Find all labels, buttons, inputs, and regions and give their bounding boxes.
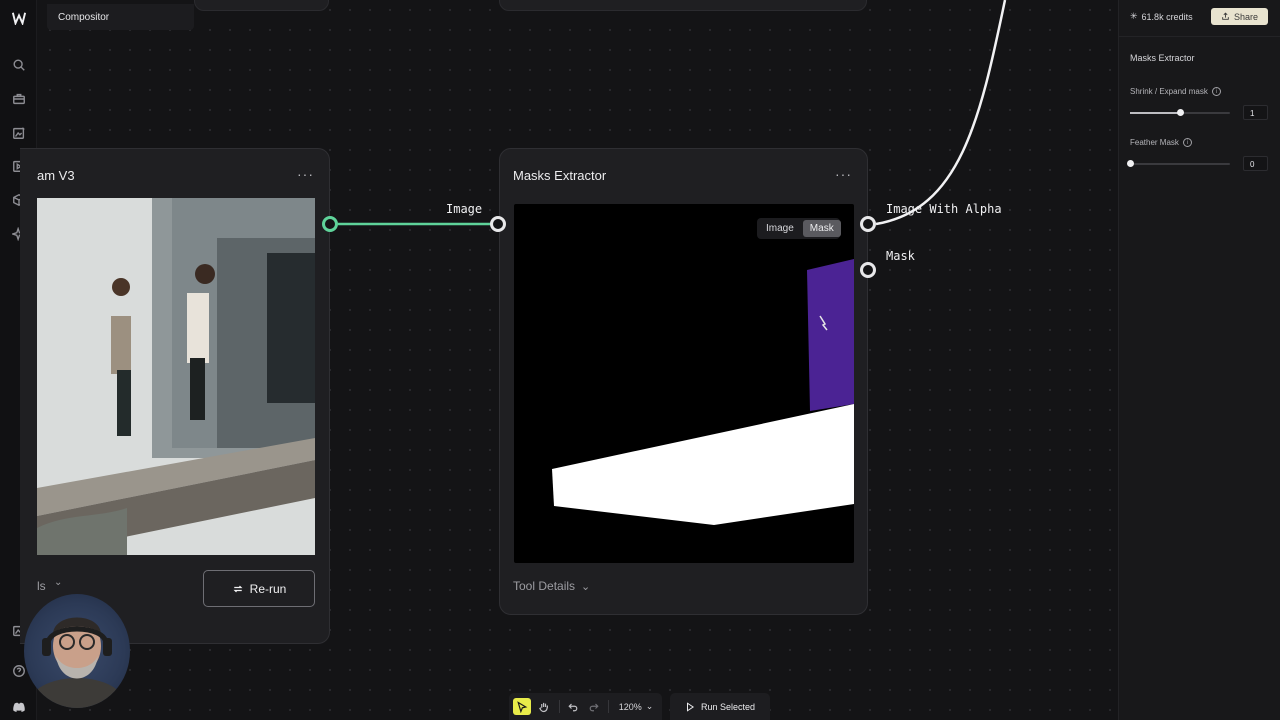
zoom-dropdown[interactable]: 120% ⌄ xyxy=(614,698,658,715)
feather-mask-label: Feather Mask xyxy=(1130,138,1179,147)
node-menu-button[interactable]: ··· xyxy=(297,166,314,182)
undo-icon xyxy=(568,703,578,711)
share-label: Share xyxy=(1233,11,1259,22)
zoom-level: 120% xyxy=(618,701,642,712)
port-label-image: Image xyxy=(446,202,483,216)
input-port-image[interactable] xyxy=(490,216,506,232)
slider-handle[interactable] xyxy=(1127,160,1134,167)
port-label-image-with-alpha: Image With Alpha xyxy=(886,202,1002,216)
search-icon[interactable] xyxy=(9,55,28,74)
shrink-expand-slider[interactable] xyxy=(1130,109,1230,116)
rerun-button[interactable]: Re-run xyxy=(203,570,315,607)
canvas-toolbar: 120% ⌄ xyxy=(509,693,662,720)
webcam-overlay xyxy=(24,594,130,708)
select-tool-button[interactable] xyxy=(513,698,531,715)
hand-icon xyxy=(539,702,548,712)
run-selected-label: Run Selected xyxy=(700,701,756,712)
shrink-expand-label: Shrink / Expand mask xyxy=(1130,87,1208,96)
tool-details-label: Tool Details xyxy=(513,579,576,593)
redo-icon xyxy=(589,703,599,711)
chevron-down-icon: ⌄ xyxy=(581,580,591,593)
port-label-mask: Mask xyxy=(886,249,915,263)
panel-section-title: Masks Extractor xyxy=(1130,53,1195,63)
feather-mask-value[interactable]: 0 xyxy=(1243,156,1268,171)
view-image-option[interactable]: Image xyxy=(759,220,801,237)
chevron-down-icon: ⌄ xyxy=(54,577,63,588)
chevron-down-icon: ⌄ xyxy=(645,701,654,711)
node-stub xyxy=(194,0,329,11)
slider-handle[interactable] xyxy=(1177,109,1184,116)
feather-mask-slider[interactable] xyxy=(1127,160,1230,167)
node-menu-button[interactable]: ··· xyxy=(835,166,852,182)
shrink-expand-value[interactable]: 1 xyxy=(1243,105,1268,120)
rerun-label: Re-run xyxy=(249,581,287,596)
feather-mask-label-row: Feather Mask i xyxy=(1130,138,1192,147)
view-mask-option[interactable]: Mask xyxy=(802,220,841,237)
generated-image xyxy=(37,198,315,555)
info-icon[interactable]: i xyxy=(1211,87,1221,96)
tool-details-toggle[interactable]: ls xyxy=(37,579,46,593)
pan-tool-button[interactable] xyxy=(536,698,552,715)
refresh-icon xyxy=(233,585,243,592)
divider xyxy=(608,700,609,713)
node-title: Masks Extractor xyxy=(513,168,607,183)
shrink-expand-label-row: Shrink / Expand mask i xyxy=(1130,87,1221,96)
slider-fill xyxy=(1130,112,1180,114)
mask-preview xyxy=(514,204,854,563)
info-icon[interactable]: i xyxy=(1182,138,1192,147)
output-port-mask[interactable] xyxy=(860,262,876,278)
divider xyxy=(1119,36,1280,37)
asterisk-icon: ✳ xyxy=(1130,11,1138,21)
properties-panel: ✳ 61.8k credits Share Masks Extractor Sh… xyxy=(1118,0,1280,720)
redo-button[interactable] xyxy=(586,698,602,715)
image-edit-icon[interactable] xyxy=(9,123,28,142)
node-stub xyxy=(499,0,867,11)
credits-label: 61.8k credits xyxy=(1141,11,1193,22)
tool-details-toggle[interactable]: Tool Details ⌄ xyxy=(513,579,590,593)
view-toggle: Image Mask xyxy=(757,218,841,239)
run-selected-button[interactable]: Run Selected xyxy=(670,693,770,720)
share-icon xyxy=(1222,12,1229,20)
output-port-image-with-alpha[interactable] xyxy=(860,216,876,232)
cursor-icon xyxy=(517,700,528,713)
divider xyxy=(559,700,560,713)
briefcase-icon[interactable] xyxy=(9,89,28,108)
node-title: am V3 xyxy=(37,168,75,183)
credits-display: ✳ 61.8k credits xyxy=(1130,11,1193,22)
output-port-image[interactable] xyxy=(322,216,338,232)
undo-button[interactable] xyxy=(565,698,581,715)
logo-icon[interactable] xyxy=(9,8,28,27)
workspace-tab[interactable]: Compositor xyxy=(47,4,194,30)
share-button[interactable]: Share xyxy=(1211,8,1268,25)
discord-icon[interactable] xyxy=(9,697,28,716)
play-icon xyxy=(686,701,694,712)
